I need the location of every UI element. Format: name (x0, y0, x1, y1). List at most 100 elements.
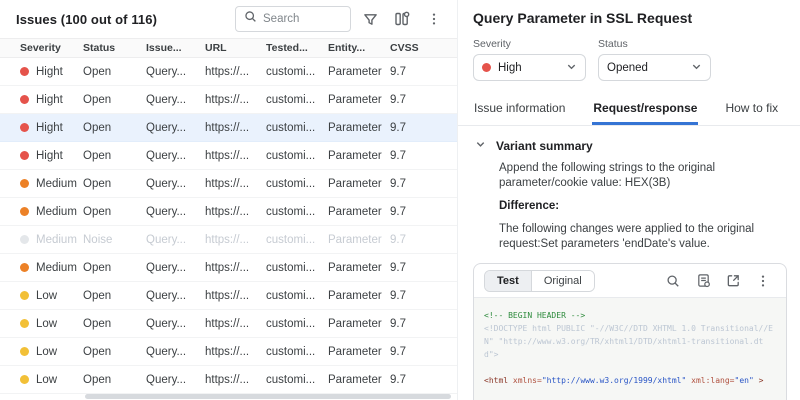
severity-dot-icon (20, 235, 29, 244)
column-header[interactable]: Tested... (266, 42, 328, 54)
code-menu-button[interactable] (750, 268, 776, 294)
severity-dot-icon (20, 123, 29, 132)
code-toolbar: TestOriginal (474, 264, 786, 298)
table-row[interactable]: LowOpenQuery...https://...customi...Para… (0, 366, 457, 394)
cell-severity: Medium (20, 262, 83, 274)
cell-cvss: 9.7 (390, 122, 457, 134)
severity-dot-icon (20, 151, 29, 160)
cell-url: https://... (205, 346, 266, 358)
cell-severity: Low (20, 374, 83, 386)
issue-detail-panel: Query Parameter in SSL Request Severity … (458, 0, 800, 400)
cell-status: Open (83, 346, 146, 358)
cell-status: Open (83, 94, 146, 106)
severity-value: High (498, 62, 522, 74)
cell-cvss: 9.7 (390, 374, 457, 386)
tab-request-response[interactable]: Request/response (592, 95, 698, 125)
cell-status: Open (83, 318, 146, 330)
cell-cvss: 9.7 (390, 66, 457, 78)
cell-entity: Parameter (328, 318, 390, 330)
cell-entity: Parameter (328, 66, 390, 78)
cell-tested: customi... (266, 94, 328, 106)
column-settings-button[interactable] (389, 6, 415, 32)
severity-dot-icon (20, 95, 29, 104)
variant-summary-heading: Variant summary (496, 139, 593, 153)
cell-issue: Query... (146, 234, 205, 246)
table-row[interactable]: MediumOpenQuery...https://...customi...P… (0, 254, 457, 282)
table-row[interactable]: MediumOpenQuery...https://...customi...P… (0, 170, 457, 198)
variant-summary-toggle[interactable]: Variant summary (475, 139, 787, 153)
cell-entity: Parameter (328, 290, 390, 302)
table-row[interactable]: LowOpenQuery...https://...customi...Para… (0, 282, 457, 310)
search-icon (666, 274, 680, 288)
search-icon (244, 10, 257, 28)
cell-cvss: 9.7 (390, 318, 457, 330)
code-area[interactable]: <!-- BEGIN HEADER --><!DOCTYPE html PUBL… (474, 298, 786, 400)
severity-dot-icon (20, 319, 29, 328)
cell-cvss: 9.7 (390, 206, 457, 218)
chevron-down-icon (566, 61, 577, 75)
original-toggle-button[interactable]: Original (531, 271, 594, 291)
issues-menu-button[interactable] (421, 6, 447, 32)
severity-dot-icon (20, 375, 29, 384)
cell-tested: customi... (266, 262, 328, 274)
search-box[interactable] (235, 6, 351, 32)
cell-severity: Medium (20, 234, 83, 246)
code-line (484, 387, 776, 400)
search-input[interactable] (263, 13, 342, 25)
chevron-down-icon (475, 139, 486, 153)
horizontal-scrollbar[interactable] (85, 394, 451, 399)
column-header[interactable]: Entity... (328, 42, 390, 54)
cell-url: https://... (205, 290, 266, 302)
severity-dot-icon (20, 291, 29, 300)
cell-tested: customi... (266, 290, 328, 302)
table-row[interactable]: HightOpenQuery...https://...customi...Pa… (0, 114, 457, 142)
cell-tested: customi... (266, 206, 328, 218)
cell-entity: Parameter (328, 374, 390, 386)
cell-cvss: 9.7 (390, 262, 457, 274)
table-row[interactable]: MediumOpenQuery...https://...customi...P… (0, 198, 457, 226)
cell-cvss: 9.7 (390, 346, 457, 358)
column-header[interactable]: Status (83, 42, 146, 54)
code-search-button[interactable] (660, 268, 686, 294)
table-row[interactable]: LowOpenQuery...https://...customi...Para… (0, 338, 457, 366)
cell-status: Open (83, 66, 146, 78)
tab-issue-information[interactable]: Issue information (473, 95, 566, 125)
table-row[interactable]: LowOpenQuery...https://...customi...Para… (0, 310, 457, 338)
table-row[interactable]: MediumNoiseQuery...https://...customi...… (0, 226, 457, 254)
cell-severity: Hight (20, 150, 83, 162)
filter-button[interactable] (357, 6, 383, 32)
column-header[interactable]: CVSS (390, 42, 457, 54)
issues-toolbar (235, 6, 447, 32)
issue-selectors: Severity High Status Opened (473, 38, 787, 81)
cell-issue: Query... (146, 150, 205, 162)
difference-label: Difference: (499, 199, 787, 214)
more-icon (427, 12, 441, 26)
tab-how-to-fix[interactable]: How to fix (724, 95, 779, 125)
cell-cvss: 9.7 (390, 94, 457, 106)
severity-dot-icon (20, 207, 29, 216)
column-settings-icon (394, 11, 410, 27)
cell-url: https://... (205, 66, 266, 78)
cell-entity: Parameter (328, 346, 390, 358)
column-header[interactable]: Severity (20, 42, 83, 54)
table-row[interactable]: HightOpenQuery...https://...customi...Pa… (0, 58, 457, 86)
test-toggle-button[interactable]: Test (485, 271, 531, 291)
severity-dot-icon (20, 179, 29, 188)
status-label: Status (598, 38, 711, 50)
variant-summary-line1: Append the following strings to the orig… (499, 161, 787, 191)
column-header[interactable]: Issue... (146, 42, 205, 54)
detail-tabs: Issue information Request/response How to … (458, 95, 800, 126)
report-settings-button[interactable] (690, 268, 716, 294)
cell-cvss: 9.7 (390, 150, 457, 162)
filter-icon (363, 12, 378, 27)
code-line: <!DOCTYPE html PUBLIC "-//W3C//DTD XHTML… (484, 322, 776, 361)
severity-field: Severity High (473, 38, 586, 81)
status-select[interactable]: Opened (598, 54, 711, 81)
cell-severity: Medium (20, 206, 83, 218)
table-row[interactable]: HightOpenQuery...https://...customi...Pa… (0, 86, 457, 114)
column-header[interactable]: URL (205, 42, 266, 54)
table-row[interactable]: HightOpenQuery...https://...customi...Pa… (0, 142, 457, 170)
severity-select[interactable]: High (473, 54, 586, 81)
cell-url: https://... (205, 318, 266, 330)
open-in-new-window-button[interactable] (720, 268, 746, 294)
